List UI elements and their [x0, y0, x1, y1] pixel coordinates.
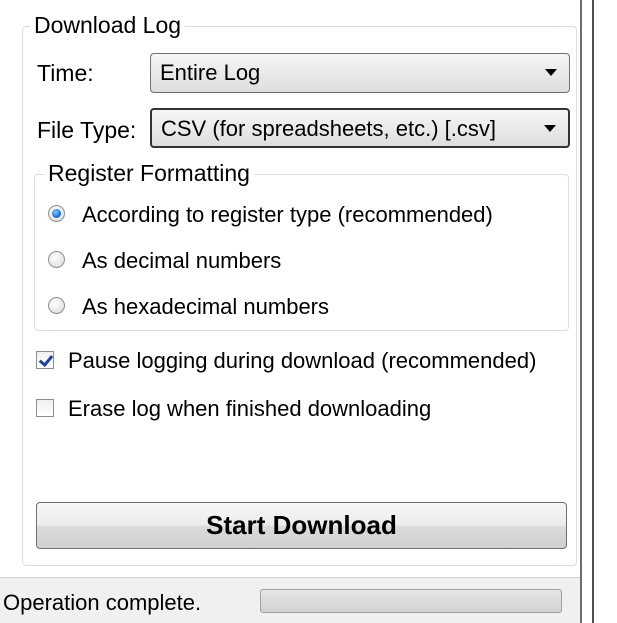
- erase-log-checkbox[interactable]: [36, 399, 54, 417]
- pause-logging-label: Pause logging during download (recommend…: [68, 348, 537, 373]
- radio-label: As decimal numbers: [82, 248, 282, 273]
- pause-logging-checkbox[interactable]: [36, 351, 54, 369]
- register-formatting-group-title: Register Formatting: [44, 160, 254, 186]
- radio-button[interactable]: [48, 205, 65, 222]
- progress-bar: [260, 589, 562, 613]
- start-download-button[interactable]: Start Download: [36, 502, 567, 549]
- radio-button[interactable]: [48, 251, 65, 268]
- file-type-label: File Type:: [37, 117, 137, 143]
- window-border-line: [580, 0, 582, 623]
- file-type-dropdown[interactable]: CSV (for spreadsheets, etc.) [.csv]: [150, 108, 570, 148]
- erase-log-label: Erase log when finished downloading: [68, 396, 432, 421]
- radio-label: According to register type (recommended): [82, 202, 493, 227]
- status-bar: Operation complete.: [0, 577, 580, 623]
- download-log-window: Download Log Time: Entire Log File Type:…: [0, 0, 617, 623]
- time-label: Time:: [37, 60, 94, 86]
- download-log-group-title: Download Log: [30, 12, 186, 38]
- chevron-down-icon: [545, 69, 557, 76]
- status-text: Operation complete.: [3, 590, 202, 615]
- window-border-line: [592, 0, 594, 623]
- radio-label: As hexadecimal numbers: [82, 294, 330, 319]
- time-dropdown[interactable]: Entire Log: [150, 53, 570, 93]
- time-dropdown-value: Entire Log: [160, 60, 261, 85]
- radio-button[interactable]: [48, 297, 65, 314]
- chevron-down-icon: [544, 125, 556, 132]
- file-type-dropdown-value: CSV (for spreadsheets, etc.) [.csv]: [161, 116, 497, 141]
